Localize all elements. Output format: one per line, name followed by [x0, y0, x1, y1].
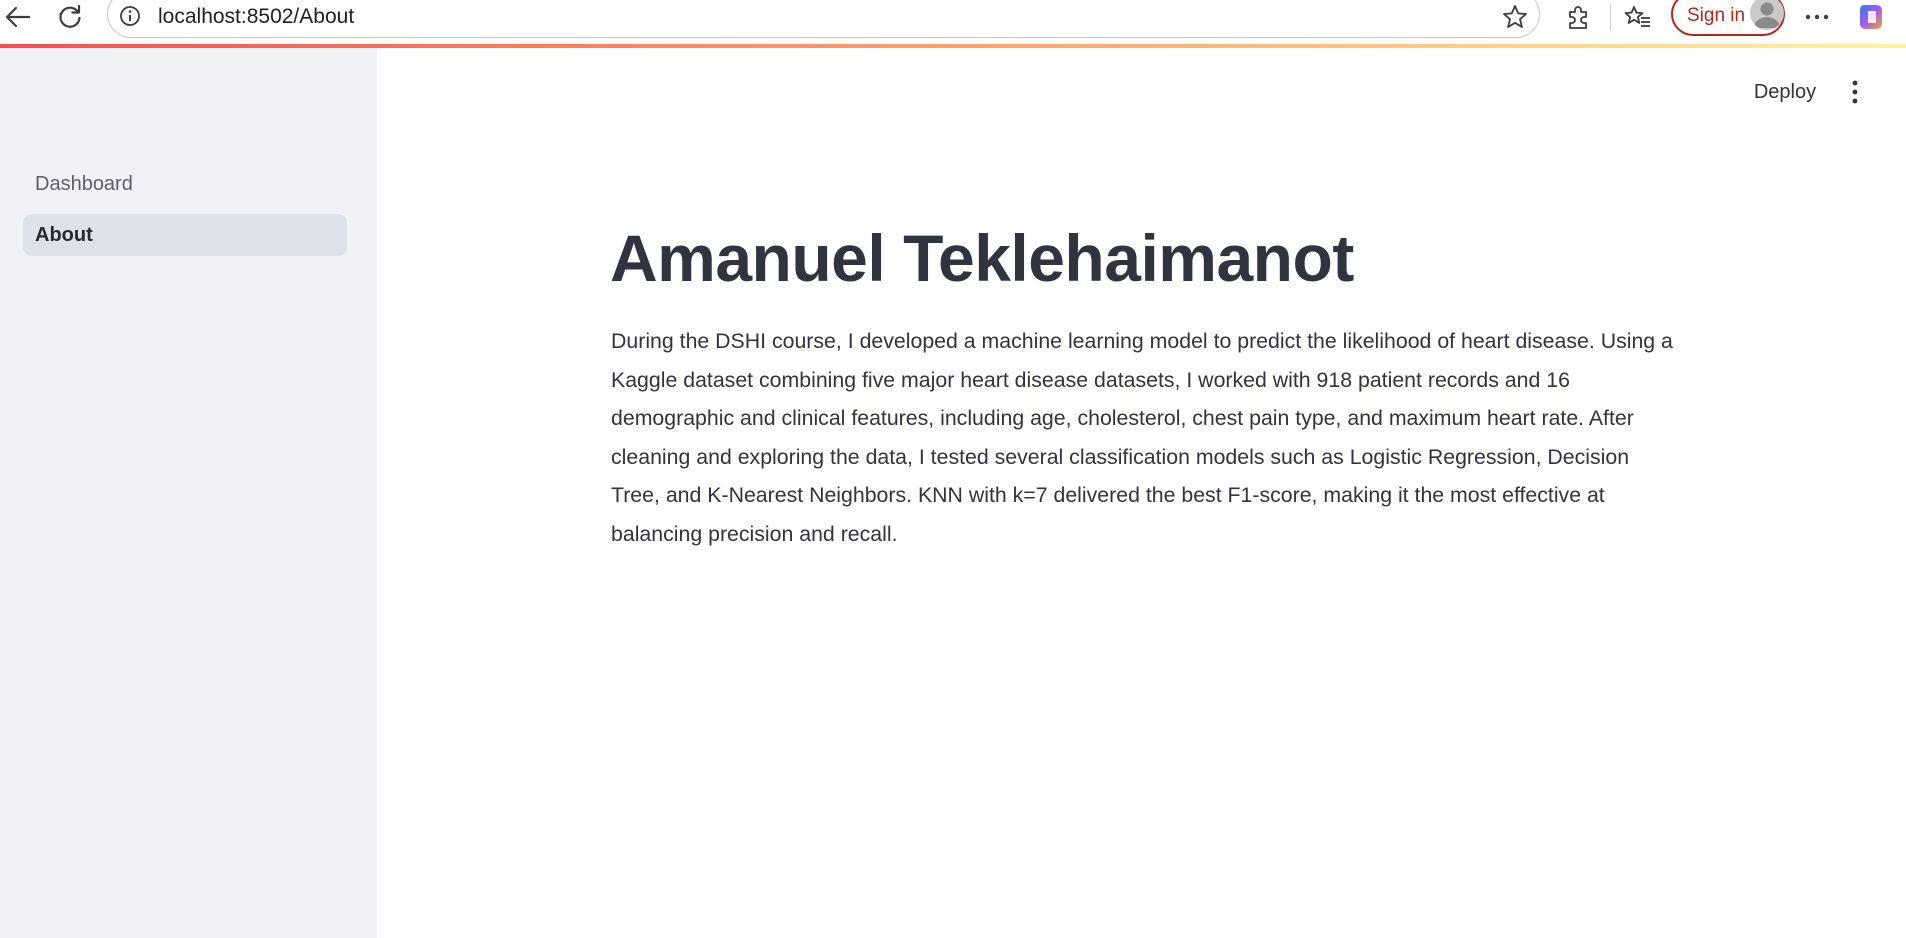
extensions-button[interactable] [1561, 1, 1595, 33]
toolbar-divider [1610, 4, 1611, 30]
about-paragraph: During the DSHI course, I developed a ma… [611, 329, 1673, 546]
favorites-button[interactable] [1621, 1, 1655, 33]
sidebar-item-dashboard[interactable]: Dashboard [23, 163, 347, 205]
settings-more-button[interactable] [1800, 1, 1834, 33]
copilot-icon [1860, 5, 1882, 29]
main-content: Deploy Amanuel Teklehaimanot During the … [377, 48, 1906, 938]
address-url[interactable]: localhost:8502/About [158, 4, 354, 30]
back-button[interactable] [0, 0, 36, 34]
star-icon [1503, 5, 1527, 28]
sign-in-label: Sign in [1687, 5, 1746, 26]
favorites-icon [1624, 6, 1650, 27]
sidebar: Dashboard About [0, 48, 377, 938]
more-horizontal-icon [1805, 14, 1829, 20]
copilot-button[interactable] [1856, 1, 1890, 33]
sidebar-item-label: Dashboard [35, 173, 133, 195]
sidebar-item-label: About [35, 224, 93, 246]
refresh-button[interactable] [52, 0, 88, 34]
main-menu-button[interactable] [1840, 74, 1870, 110]
more-vertical-icon [1852, 80, 1858, 104]
info-icon [120, 6, 140, 26]
back-arrow-icon [5, 6, 31, 28]
sign-in-button[interactable]: Sign in [1671, 0, 1785, 36]
extensions-icon [1569, 6, 1587, 29]
site-info-button[interactable] [118, 4, 142, 28]
deploy-button[interactable]: Deploy [1740, 74, 1830, 110]
page-title: Amanuel Teklehaimanot [610, 221, 1354, 295]
browser-toolbar: localhost:8502/About Sign in [0, 0, 1906, 44]
sidebar-item-about[interactable]: About [23, 214, 347, 256]
refresh-icon [59, 4, 81, 28]
favorite-button[interactable] [1500, 3, 1530, 31]
profile-icon [1750, 0, 1784, 30]
